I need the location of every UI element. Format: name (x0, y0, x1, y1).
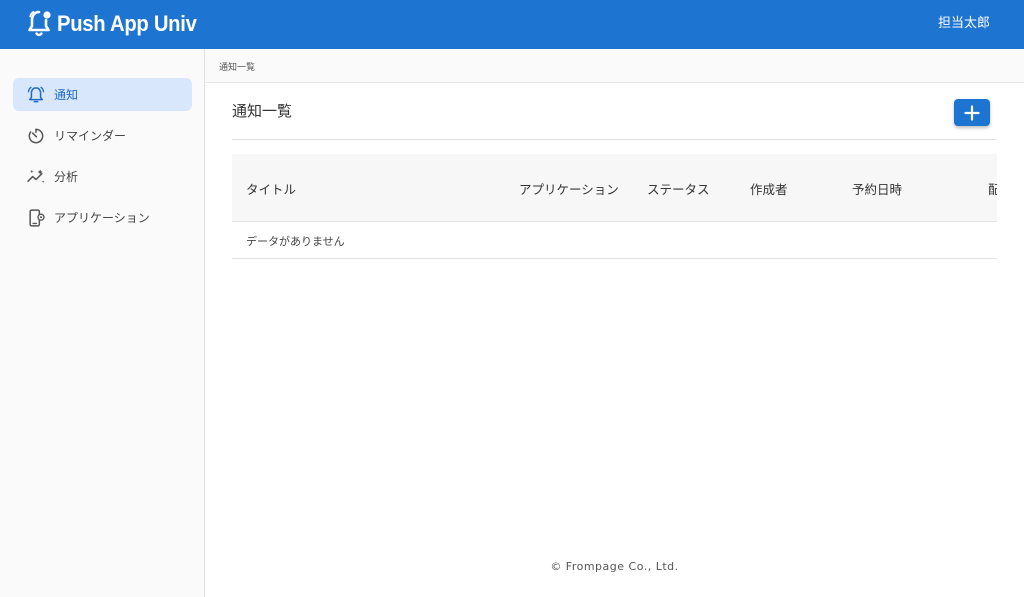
sidebar-item-label: リマインダー (54, 129, 127, 143)
page-title: 通知一覧 (232, 102, 293, 120)
add-notification-button[interactable] (954, 99, 990, 126)
sidebar-item-applications[interactable]: アプリケーション (13, 201, 192, 234)
notifications-table: タイトル アプリケーション ステータス 作成者 予約日時 配 データがありません (232, 154, 997, 260)
top-app-bar: Push App Univ 担当太郎 (0, 0, 1024, 49)
column-header-application[interactable]: アプリケーション (519, 179, 619, 198)
app-name: Push App Univ (57, 11, 197, 36)
plus-icon (964, 104, 980, 121)
brand[interactable]: Push App Univ (27, 8, 209, 40)
analytics-icon (26, 167, 46, 187)
footer-copyright: © Frompage Co., Ltd. (550, 560, 679, 573)
sidebar-item-analytics[interactable]: 分析 (13, 160, 192, 193)
table-header: タイトル アプリケーション ステータス 作成者 予約日時 配 (232, 154, 997, 222)
breadcrumb-bar: 通知一覧 (205, 49, 1024, 83)
column-header-title[interactable]: タイトル (246, 179, 296, 198)
breadcrumb[interactable]: 通知一覧 (219, 60, 255, 73)
bell-icon (26, 85, 46, 105)
user-menu[interactable]: 担当太郎 (938, 15, 990, 33)
timer-icon (26, 126, 46, 146)
bell-logo-icon (28, 10, 51, 37)
empty-state-text: データがありません (246, 235, 345, 248)
sidebar-item-notifications[interactable]: 通知 (13, 78, 192, 111)
mobile-settings-icon (26, 208, 46, 228)
column-header-scheduled-at[interactable]: 予約日時 (852, 179, 902, 198)
column-header-truncated[interactable]: 配 (988, 179, 997, 198)
table-empty-row: データがありません (232, 223, 997, 259)
column-header-creator[interactable]: 作成者 (750, 179, 788, 198)
sidebar-item-label: 通知 (54, 88, 79, 102)
divider (232, 139, 997, 140)
sidebar-item-label: 分析 (54, 170, 79, 184)
sidebar: 通知 リマインダー 分析 アプリケーション (0, 49, 205, 597)
sidebar-item-reminders[interactable]: リマインダー (13, 119, 192, 152)
sidebar-item-label: アプリケーション (54, 211, 150, 225)
column-header-status[interactable]: ステータス (647, 179, 710, 198)
